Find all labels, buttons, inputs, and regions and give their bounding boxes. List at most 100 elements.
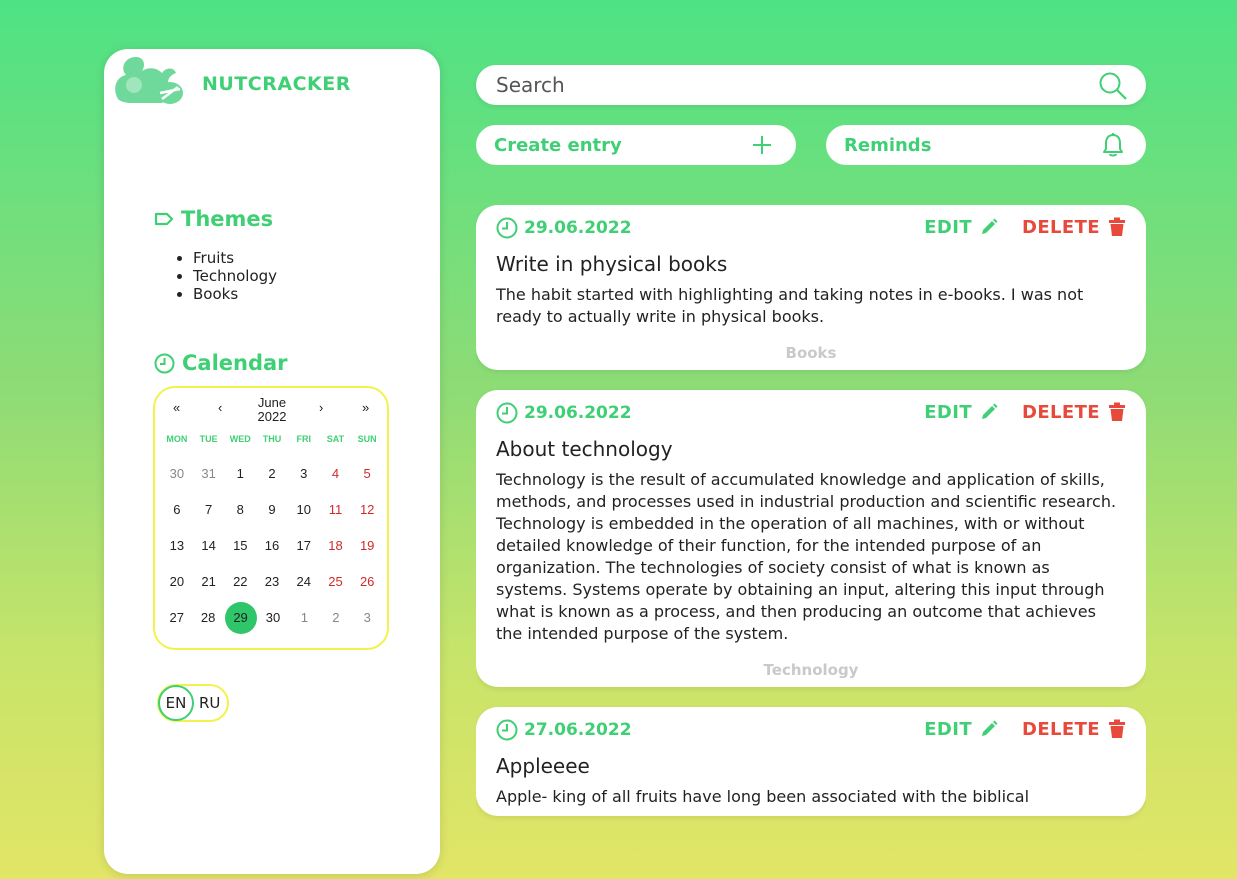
lang-ru-button[interactable]: RU: [199, 694, 220, 712]
calendar-day[interactable]: 16: [256, 530, 288, 562]
pencil-icon: [982, 218, 998, 234]
trash-icon: [1109, 402, 1125, 421]
clock-icon: [496, 719, 518, 741]
clock-icon: [496, 217, 518, 239]
entry-header: 27.06.2022 EDIT DELETE: [496, 717, 1126, 741]
entry-theme-tag[interactable]: Books: [496, 344, 1126, 362]
delete-button[interactable]: DELETE: [1022, 719, 1126, 740]
search-bar: [476, 65, 1146, 105]
calendar-day[interactable]: 15: [224, 530, 256, 562]
calendar-day[interactable]: 13: [161, 530, 193, 562]
prev-month-button[interactable]: ‹: [218, 400, 222, 415]
calendar-day[interactable]: 10: [288, 494, 320, 526]
calendar-day[interactable]: 21: [193, 566, 225, 598]
entry-date-text: 27.06.2022: [524, 720, 632, 740]
edit-button[interactable]: EDIT: [924, 402, 998, 423]
calendar-day[interactable]: 27: [161, 602, 192, 634]
calendar-year: 2022: [257, 409, 287, 424]
theme-item-fruits[interactable]: Fruits: [193, 249, 277, 267]
calendar-day[interactable]: 31: [193, 458, 225, 490]
edit-button[interactable]: EDIT: [924, 217, 998, 238]
plus-icon: [753, 136, 771, 154]
calendar-day[interactable]: 6: [161, 494, 193, 526]
calendar-week: 20 21 22 23 24 25 26: [161, 566, 383, 598]
calendar-day[interactable]: 7: [193, 494, 225, 526]
clock-icon: [496, 402, 518, 424]
calendar-day[interactable]: 23: [256, 566, 288, 598]
calendar-widget: « ‹ June 2022 › » MON TUE WED THU FRI SA…: [153, 386, 389, 650]
calendar-day[interactable]: 30: [161, 458, 193, 490]
entry-date: 27.06.2022: [496, 719, 632, 741]
weekday-label: FRI: [296, 434, 311, 444]
edit-label: EDIT: [924, 216, 973, 238]
entry-actions: EDIT DELETE: [924, 719, 1126, 740]
lang-en-button[interactable]: EN: [158, 685, 194, 721]
delete-label: DELETE: [1022, 718, 1100, 740]
theme-item-books[interactable]: Books: [193, 285, 277, 303]
calendar-day[interactable]: 3: [352, 602, 383, 634]
entry-header: 29.06.2022 EDIT DELETE: [496, 400, 1126, 424]
calendar-day[interactable]: 17: [288, 530, 320, 562]
calendar-day[interactable]: 30: [257, 602, 288, 634]
calendar-day[interactable]: 19: [351, 530, 383, 562]
brand-name[interactable]: NUTCRACKER: [202, 73, 351, 95]
create-entry-label: Create entry: [494, 134, 622, 156]
weekday-label: TUE: [199, 434, 218, 444]
calendar-day[interactable]: 24: [288, 566, 320, 598]
search-icon[interactable]: [1098, 71, 1128, 101]
create-entry-button[interactable]: Create entry: [476, 125, 796, 165]
weekday-label: THU: [262, 434, 282, 444]
weekday-label: SAT: [326, 434, 345, 444]
calendar-day[interactable]: 2: [256, 458, 288, 490]
clock-icon: [154, 353, 175, 373]
next-month-button[interactable]: ›: [319, 400, 323, 415]
entry-actions: EDIT DELETE: [924, 402, 1126, 423]
calendar-day[interactable]: 26: [351, 566, 383, 598]
search-input[interactable]: [496, 73, 1056, 97]
calendar-day[interactable]: 5: [351, 458, 383, 490]
calendar-weekdays: MON TUE WED THU FRI SAT SUN: [161, 434, 383, 444]
themes-heading: Themes: [154, 207, 273, 231]
calendar-day[interactable]: 22: [224, 566, 256, 598]
theme-item-technology[interactable]: Technology: [193, 267, 277, 285]
calendar-day[interactable]: 25: [320, 566, 352, 598]
calendar-day[interactable]: 1: [289, 602, 320, 634]
weekday-label: SUN: [357, 434, 377, 444]
calendar-day[interactable]: 18: [320, 530, 352, 562]
calendar-day[interactable]: 3: [288, 458, 320, 490]
delete-label: DELETE: [1022, 216, 1100, 238]
language-switch: EN RU: [157, 684, 229, 722]
entry-theme-tag[interactable]: Technology: [496, 661, 1126, 679]
calendar-day-selected[interactable]: 29: [224, 602, 257, 634]
calendar-day[interactable]: 12: [351, 494, 383, 526]
delete-button[interactable]: DELETE: [1022, 402, 1126, 423]
entry-card: 27.06.2022 EDIT DELETE Appleeee Apple- k…: [476, 707, 1146, 816]
themes-title: Themes: [181, 207, 274, 231]
calendar-day[interactable]: 4: [320, 458, 352, 490]
calendar-week: 6 7 8 9 10 11 12: [161, 494, 383, 526]
pencil-icon: [982, 403, 998, 419]
reminds-button[interactable]: Reminds: [826, 125, 1146, 165]
weekday-label: WED: [229, 434, 251, 444]
next-year-button[interactable]: »: [362, 400, 369, 415]
calendar-day[interactable]: 14: [193, 530, 225, 562]
entry-title: Write in physical books: [496, 252, 728, 276]
trash-icon: [1109, 719, 1125, 738]
calendar-day[interactable]: 2: [320, 602, 351, 634]
calendar-day[interactable]: 9: [256, 494, 288, 526]
calendar-month-label[interactable]: June 2022: [245, 396, 299, 424]
prev-year-button[interactable]: «: [173, 400, 180, 415]
entry-card: 29.06.2022 EDIT DELETE: [476, 205, 1146, 370]
edit-button[interactable]: EDIT: [924, 719, 998, 740]
entries-feed[interactable]: 29.06.2022 EDIT DELETE Write in physical…: [476, 205, 1146, 832]
calendar-heading: Calendar: [154, 351, 288, 375]
calendar-day[interactable]: 1: [224, 458, 256, 490]
delete-button[interactable]: DELETE: [1022, 217, 1126, 238]
calendar-day[interactable]: 11: [320, 494, 352, 526]
calendar-day[interactable]: 28: [192, 602, 223, 634]
calendar-day[interactable]: 20: [161, 566, 193, 598]
calendar-day[interactable]: 8: [224, 494, 256, 526]
weekday-label: MON: [166, 434, 188, 444]
edit-label: EDIT: [924, 401, 973, 423]
sidebar: NUTCRACKER Themes Fruits Technology Book…: [104, 49, 440, 874]
